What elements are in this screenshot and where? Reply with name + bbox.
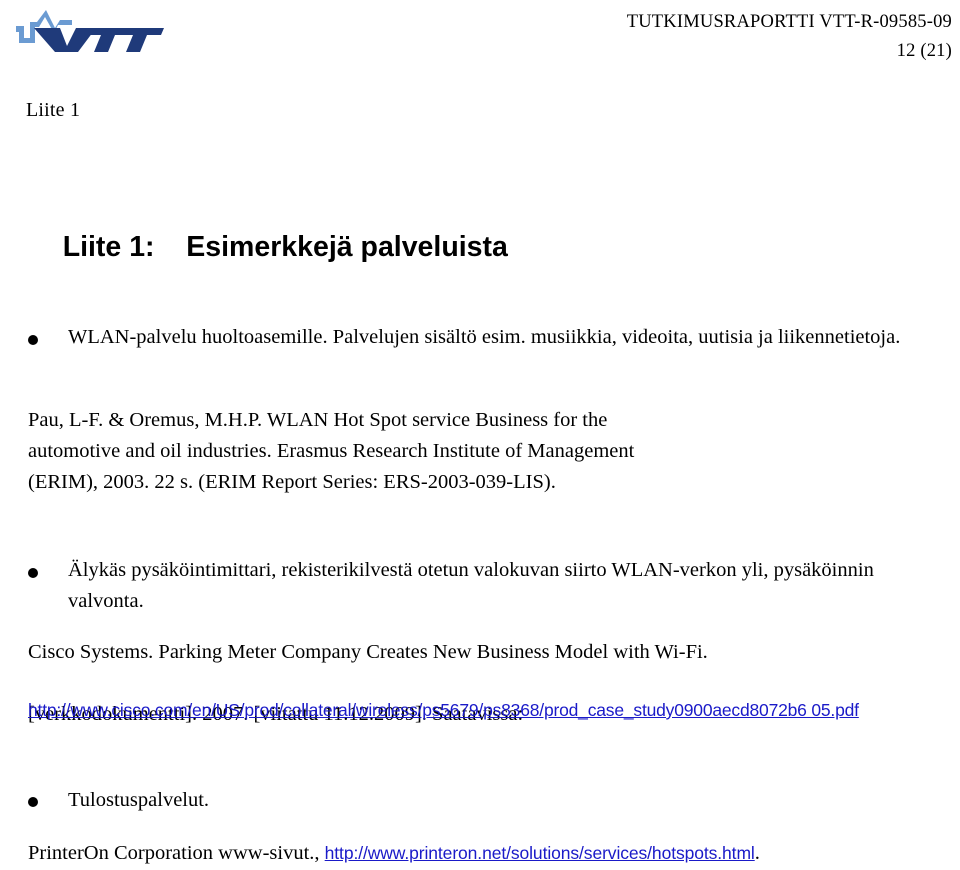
bullet-marker [28,568,38,578]
list-item: Tulostuspalvelut. [0,785,960,825]
cisco-url-link[interactable]: http://www.cisco.com/en/US/prod/collater… [28,700,859,720]
appendix-label: Liite 1 [26,99,81,121]
page-number: 12 (21) [896,40,952,61]
reference-line: (ERIM), 2003. 22 s. (ERIM Report Series:… [28,471,556,493]
reference-line: Cisco Systems. Parking Meter Company Cre… [28,641,708,663]
page-title: Liite 1: Esimerkkejä palveluista [31,198,508,297]
page-title-number: Liite 1: [62,231,155,263]
document-page: TUTKIMUSRAPORTTI VTT-R-09585-09 12 (21) … [0,0,960,870]
list-item: Älykäs pysäköintimittari, rekisterikilve… [0,555,960,625]
list-item-label: WLAN-palvelu huoltoasemille. Palvelujen … [68,326,901,348]
reference-url-block: http://www.cisco.com/en/US/prod/collater… [28,696,953,726]
reference-line: automotive and oil industries. Erasmus R… [28,440,635,462]
reference-line-suffix: . [754,842,760,864]
reference-block: PrinterOn Corporation www-sivut., http:/… [28,838,948,869]
list-item-label: Älykäs pysäköintimittari, rekisterikilve… [68,559,874,612]
report-id: TUTKIMUSRAPORTTI VTT-R-09585-09 [626,12,952,32]
document-header-right: TUTKIMUSRAPORTTI VTT-R-09585-09 12 (21) [627,8,952,65]
list-item-label: Tulostuspalvelut. [68,789,210,811]
bullet-marker [28,335,38,345]
bullet-marker [28,797,38,807]
page-title-text: Esimerkkejä palveluista [186,231,508,263]
reference-line: Pau, L-F. & Oremus, M.H.P. WLAN Hot Spot… [28,409,608,431]
printeron-url-link[interactable]: http://www.printeron.net/solutions/servi… [325,843,755,863]
reference-block: Pau, L-F. & Oremus, M.H.P. WLAN Hot Spot… [28,405,948,498]
reference-line: PrinterOn Corporation www-sivut., [28,842,325,864]
vtt-logo [14,6,164,52]
list-item: WLAN-palvelu huoltoasemille. Palvelujen … [0,322,960,392]
